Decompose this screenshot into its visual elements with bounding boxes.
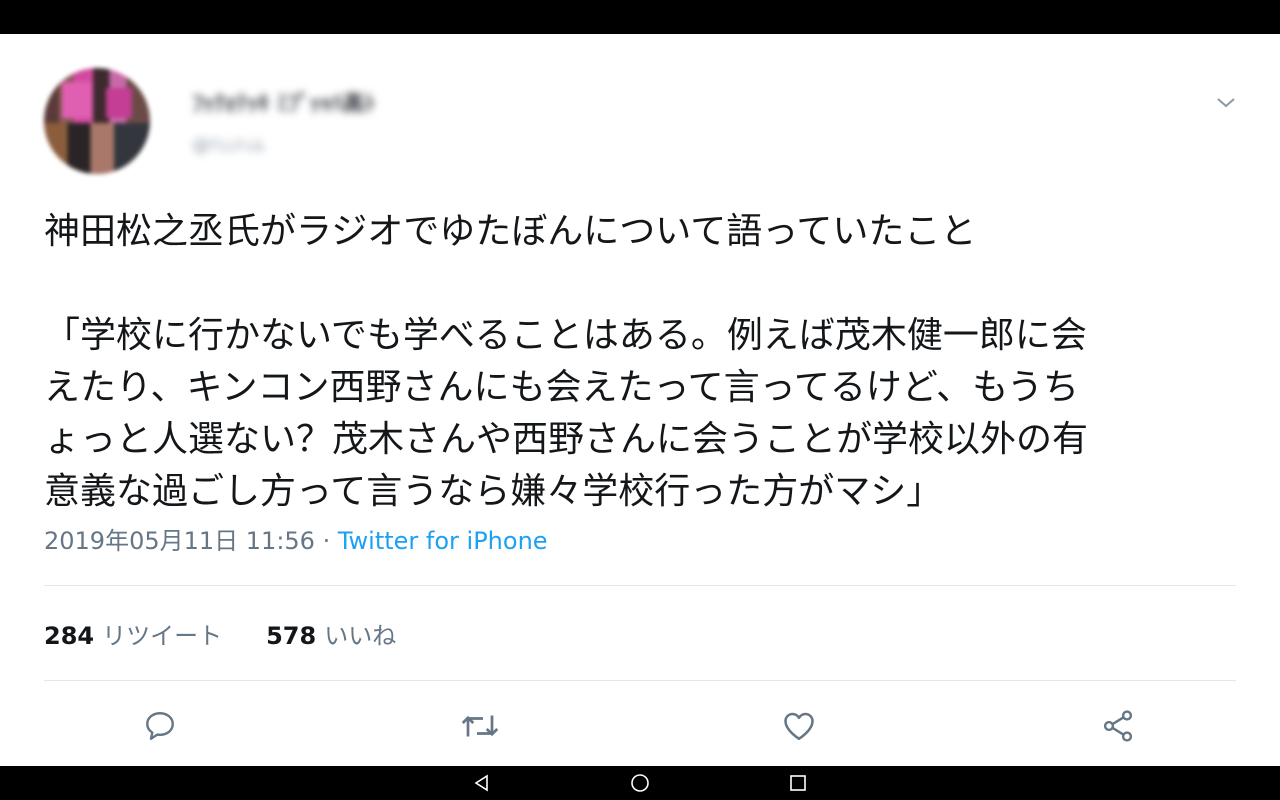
chevron-down-icon[interactable] xyxy=(1214,90,1238,114)
tweet-text-line: 神田松之丞氏がラジオでゆたぼんについて語っていたこと xyxy=(44,211,977,252)
tweet-timestamp[interactable]: 2019年05月11日 11:56 xyxy=(44,527,315,555)
retweets-count: 284 xyxy=(44,622,95,650)
tweet-meta: 2019年05月11日 11:56 · Twitter for iPhone xyxy=(44,521,548,556)
tweet-text-blank-line xyxy=(44,258,1244,310)
avatar-pixelation xyxy=(106,88,132,118)
tweet-text-line: ょっと人選ない？茂木さんや西野さんに会うことが学校以外の有 xyxy=(44,419,1089,460)
likes-label: いいね xyxy=(324,622,397,650)
meta-separator: · xyxy=(314,527,338,555)
tweet-detail: ﾌｯｸｫﾃｯｷ ﾐﾌﾟｯｬﾊ髙ﾄ @ﾂｪｪﾄｪﾑ 神田松之丞氏がラジオでゆたぼん… xyxy=(0,34,1280,766)
tweet-text-line: 「学校に行かないでも学べることはある。例えば茂木健一郎に会 xyxy=(44,315,1087,356)
nav-back-icon[interactable] xyxy=(470,771,494,795)
avatar-pixelation xyxy=(44,123,150,174)
share-icon[interactable] xyxy=(1098,706,1138,746)
tweet-stats: 284 リツイート 578 いいね xyxy=(44,616,440,651)
tweet-source-link[interactable]: Twitter for iPhone xyxy=(338,527,548,555)
divider xyxy=(44,680,1236,681)
avatar-pixelation xyxy=(62,82,92,118)
divider xyxy=(44,585,1236,586)
reply-icon[interactable] xyxy=(140,706,180,746)
retweet-icon[interactable] xyxy=(460,706,500,746)
retweets-stat[interactable]: 284 リツイート xyxy=(44,616,222,651)
android-nav-bar xyxy=(0,766,1280,800)
retweets-label: リツイート xyxy=(102,622,223,650)
heart-icon[interactable] xyxy=(779,706,819,746)
nav-home-icon[interactable] xyxy=(628,771,652,795)
status-bar xyxy=(0,0,1280,34)
tweet-text: 神田松之丞氏がラジオでゆたぼんについて語っていたこと 「学校に行かないでも学べる… xyxy=(44,206,1244,518)
avatar[interactable] xyxy=(44,68,150,174)
tweet-text-line: えたり、キンコン西野さんにも会えたって言ってるけど、もうち xyxy=(44,367,1080,408)
tweet-text-line: 意義な過ごし方って言うなら嫌々学校行った方がマシ」 xyxy=(44,471,943,512)
likes-count: 578 xyxy=(266,622,317,650)
user-handle[interactable]: @ﾂｪｪﾄｪﾑ xyxy=(192,131,264,157)
nav-recents-icon[interactable] xyxy=(786,771,810,795)
likes-stat[interactable]: 578 いいね xyxy=(266,616,396,651)
user-display-name[interactable]: ﾌｯｸｫﾃｯｷ ﾐﾌﾟｯｬﾊ髙ﾄ xyxy=(192,86,376,118)
